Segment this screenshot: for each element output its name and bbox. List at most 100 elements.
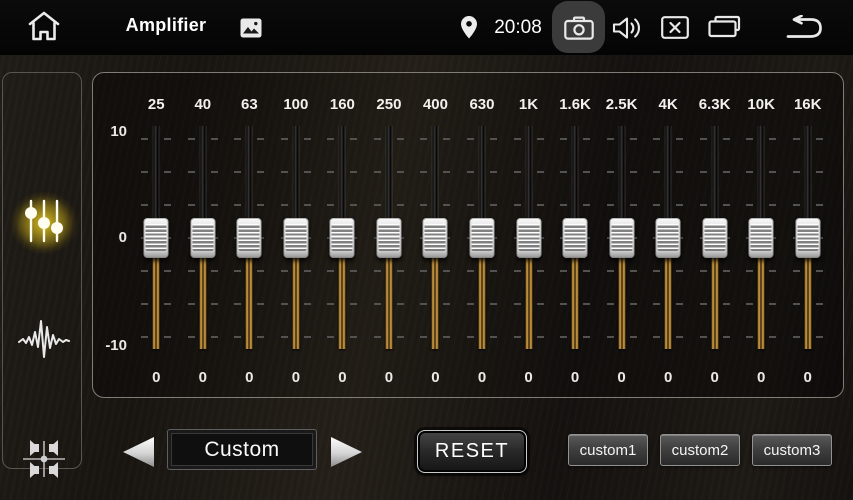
band-freq-label: 16K — [784, 96, 831, 113]
prev-preset-button[interactable] — [120, 436, 156, 468]
volume-icon[interactable] — [612, 14, 643, 42]
eq-slider-knob[interactable] — [469, 218, 494, 258]
tick-mark — [583, 171, 590, 173]
recent-apps-icon[interactable] — [706, 14, 743, 39]
tick-mark — [234, 204, 241, 206]
eq-band: 250 0 — [366, 73, 413, 397]
tick-mark — [188, 171, 195, 173]
scale-label-max: 10 — [95, 123, 127, 140]
eq-slider-knob[interactable] — [190, 218, 215, 258]
eq-slider-knob[interactable] — [795, 218, 820, 258]
tick-mark — [467, 336, 474, 338]
tick-mark — [816, 270, 823, 272]
eq-bands: 25 0 40 0 63 0 100 0 160 0 — [133, 73, 831, 397]
eq-slider-knob[interactable] — [237, 218, 262, 258]
band-value-label: 0 — [598, 369, 645, 386]
tick-mark — [653, 204, 660, 206]
tick-mark — [374, 204, 381, 206]
eq-slider-knob[interactable] — [609, 218, 634, 258]
tick-mark — [350, 204, 357, 206]
tick-mark — [816, 204, 823, 206]
equalizer-panel: 10 0 -10 25 0 40 0 63 0 100 0 160 — [92, 72, 844, 398]
tick-mark — [630, 204, 637, 206]
back-icon[interactable] — [784, 15, 825, 40]
home-icon[interactable] — [26, 10, 62, 42]
photo-icon[interactable] — [240, 18, 262, 38]
tick-mark — [723, 336, 730, 338]
tick-mark — [141, 336, 148, 338]
tick-mark — [490, 138, 497, 140]
tick-mark — [257, 204, 264, 206]
tick-mark — [397, 270, 404, 272]
tick-mark — [188, 336, 195, 338]
band-freq-label: 63 — [226, 96, 273, 113]
tick-mark — [257, 138, 264, 140]
tick-mark — [607, 303, 614, 305]
preset-button-custom1[interactable]: custom1 — [568, 434, 648, 466]
eq-slider-knob[interactable] — [702, 218, 727, 258]
reset-button[interactable]: RESET — [417, 430, 527, 473]
tick-mark — [234, 303, 241, 305]
tick-mark — [304, 204, 311, 206]
tick-mark — [816, 303, 823, 305]
band-value-label: 0 — [412, 369, 459, 386]
tick-mark — [234, 138, 241, 140]
close-window-icon[interactable] — [661, 16, 689, 39]
tick-mark — [490, 171, 497, 173]
sidebar-item-equalizer[interactable] — [12, 191, 76, 255]
eq-slider-knob[interactable] — [376, 218, 401, 258]
tick-mark — [188, 303, 195, 305]
tick-mark — [211, 303, 218, 305]
tick-mark — [653, 336, 660, 338]
tick-mark — [211, 336, 218, 338]
eq-slider-knob[interactable] — [283, 218, 308, 258]
sidebar-item-fader-balance[interactable] — [12, 429, 76, 493]
tick-mark — [607, 138, 614, 140]
tick-mark — [653, 138, 660, 140]
band-value-label: 0 — [459, 369, 506, 386]
tick-mark — [746, 270, 753, 272]
tick-mark — [304, 138, 311, 140]
sidebar-item-sound-effect[interactable] — [12, 309, 76, 373]
location-pin-icon — [461, 16, 477, 39]
tick-mark — [304, 303, 311, 305]
eq-band: 10K 0 — [738, 73, 785, 397]
eq-band: 25 0 — [133, 73, 180, 397]
tick-mark — [443, 270, 450, 272]
tick-mark — [583, 270, 590, 272]
eq-slider-knob[interactable] — [563, 218, 588, 258]
preset-selector[interactable]: Custom — [167, 429, 317, 470]
eq-slider-knob[interactable] — [144, 218, 169, 258]
tick-mark — [188, 270, 195, 272]
tick-mark — [700, 336, 707, 338]
camera-button[interactable] — [552, 1, 605, 53]
eq-slider-knob[interactable] — [516, 218, 541, 258]
eq-band: 16K 0 — [784, 73, 831, 397]
eq-slider-knob[interactable] — [656, 218, 681, 258]
tick-mark — [374, 270, 381, 272]
eq-slider-knob[interactable] — [330, 218, 355, 258]
tick-mark — [467, 204, 474, 206]
tick-mark — [793, 204, 800, 206]
tick-mark — [793, 270, 800, 272]
tick-mark — [723, 303, 730, 305]
band-value-label: 0 — [273, 369, 320, 386]
band-value-label: 0 — [784, 369, 831, 386]
preset-button-custom2[interactable]: custom2 — [660, 434, 740, 466]
next-preset-button[interactable] — [329, 436, 365, 468]
tick-mark — [304, 336, 311, 338]
fader-balance-icon — [20, 435, 68, 488]
tick-mark — [793, 303, 800, 305]
eq-band: 4K 0 — [645, 73, 692, 397]
preset-button-custom3[interactable]: custom3 — [752, 434, 832, 466]
band-value-label: 0 — [691, 369, 738, 386]
eq-slider-knob[interactable] — [749, 218, 774, 258]
tick-mark — [537, 270, 544, 272]
band-freq-label: 160 — [319, 96, 366, 113]
scale-label-min: -10 — [95, 337, 127, 354]
band-freq-label: 250 — [366, 96, 413, 113]
tick-mark — [350, 303, 357, 305]
tick-mark — [234, 270, 241, 272]
tick-mark — [234, 336, 241, 338]
eq-slider-knob[interactable] — [423, 218, 448, 258]
